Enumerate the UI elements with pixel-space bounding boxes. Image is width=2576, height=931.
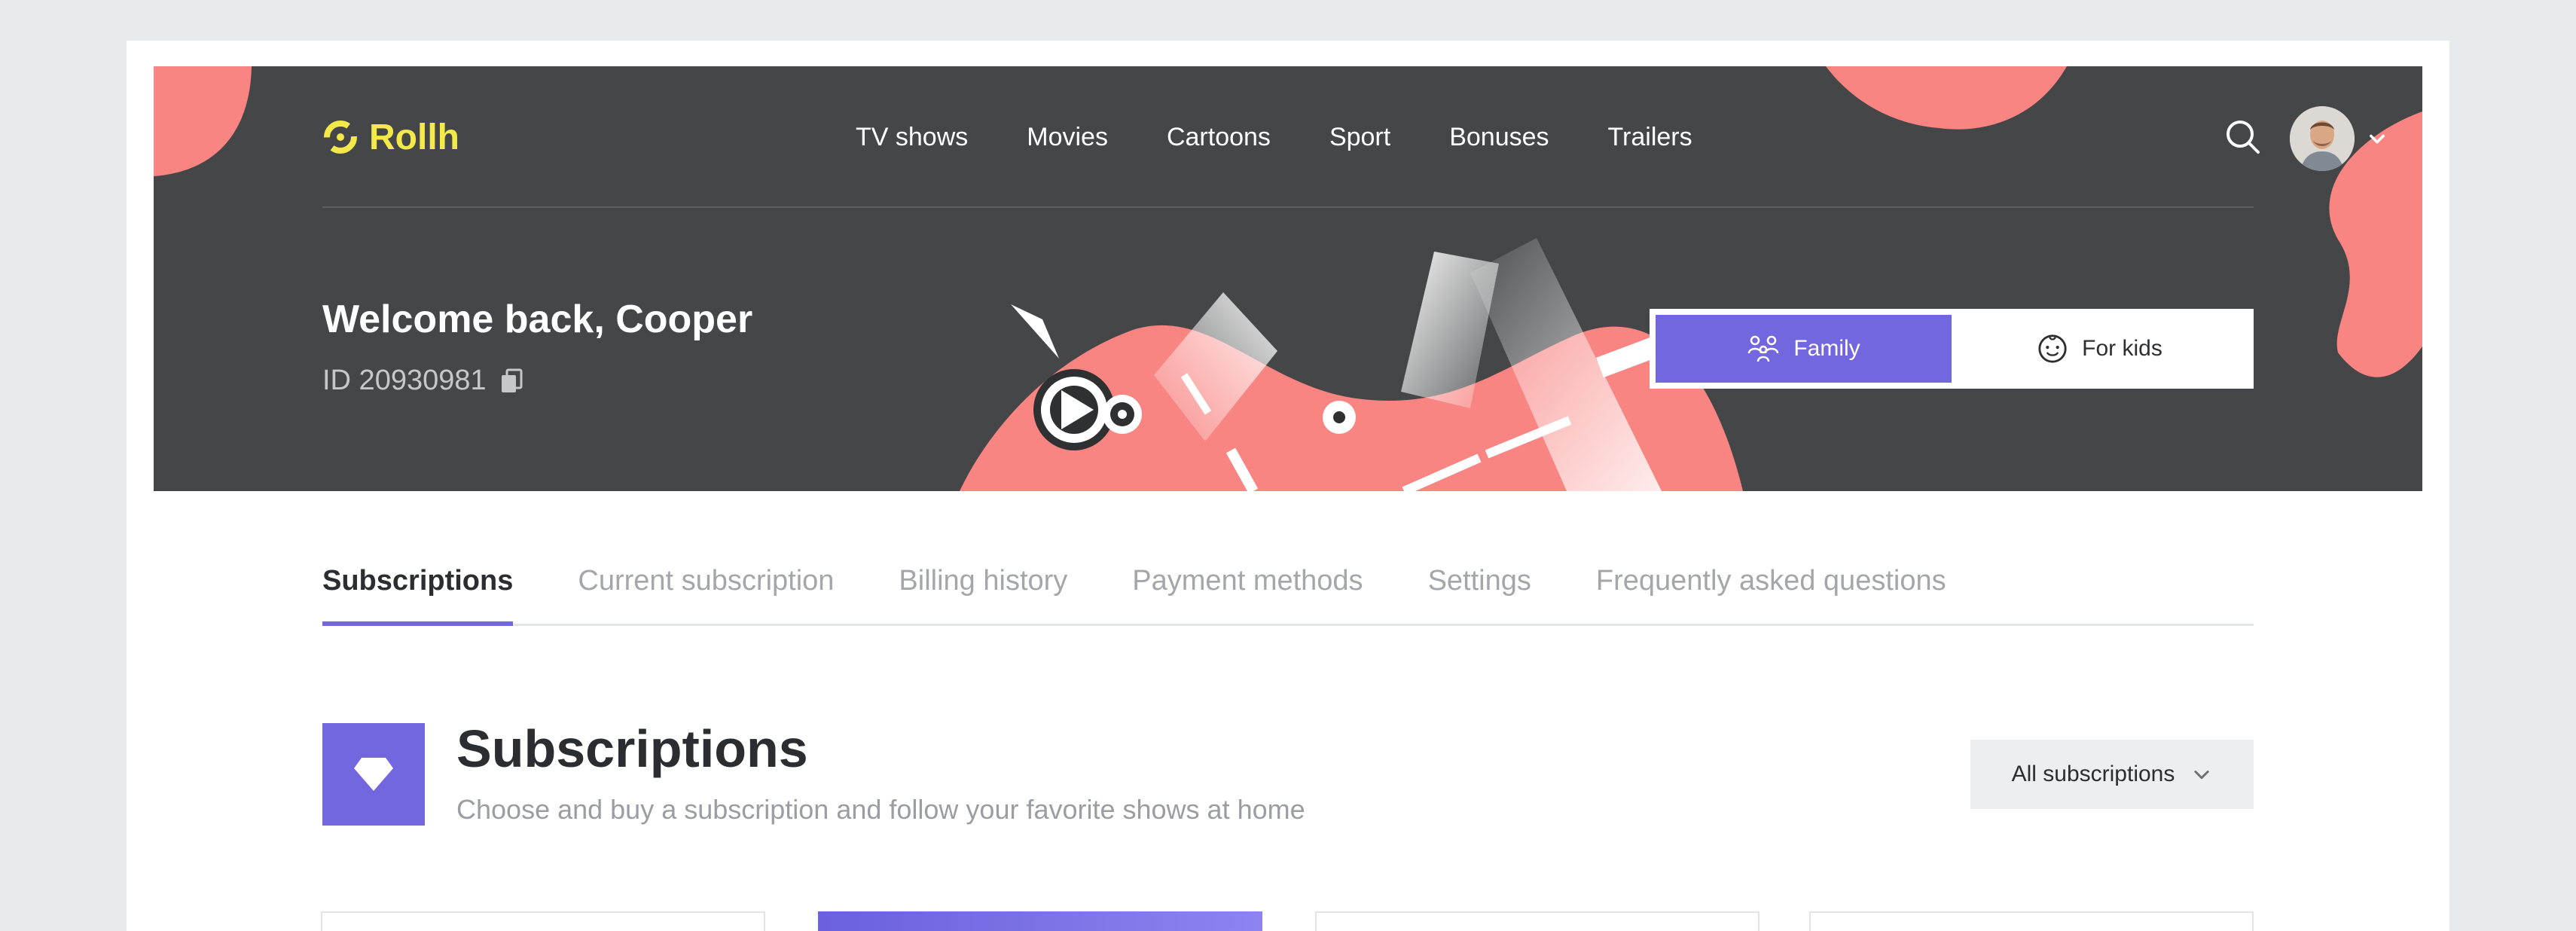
family-label: Family bbox=[1793, 336, 1860, 361]
tab-current-subscription[interactable]: Current subscription bbox=[578, 538, 834, 624]
nav-item-bonuses[interactable]: Bonuses bbox=[1449, 123, 1549, 152]
hero-banner: Rollh TV shows Movies Cartoons Sport Bon… bbox=[154, 66, 2422, 491]
tab-settings[interactable]: Settings bbox=[1428, 538, 1531, 624]
nav-item-trailers[interactable]: Trailers bbox=[1608, 123, 1692, 152]
brand-name: Rollh bbox=[369, 117, 459, 157]
tab-subscriptions[interactable]: Subscriptions bbox=[322, 538, 514, 626]
plan-card[interactable] bbox=[321, 911, 765, 931]
nav-item-cartoons[interactable]: Cartoons bbox=[1167, 123, 1271, 152]
kid-face-icon bbox=[2038, 334, 2067, 363]
chevron-down-icon[interactable] bbox=[2367, 128, 2388, 149]
profile-toggle: Family For kids bbox=[1650, 309, 2254, 389]
main-menu: TV shows Movies Cartoons Sport Bonuses T… bbox=[856, 116, 1692, 158]
user-avatar-icon bbox=[2290, 106, 2355, 171]
nav-item-sport[interactable]: Sport bbox=[1329, 123, 1390, 152]
tab-payment-methods[interactable]: Payment methods bbox=[1132, 538, 1363, 624]
plan-card-featured[interactable] bbox=[818, 911, 1262, 931]
search-icon[interactable] bbox=[2223, 118, 2263, 157]
top-navigation: Rollh TV shows Movies Cartoons Sport Bon… bbox=[322, 66, 2385, 208]
logo-icon bbox=[324, 121, 357, 154]
copy-icon[interactable] bbox=[500, 368, 523, 394]
avatar[interactable] bbox=[2290, 106, 2355, 171]
nav-item-movies[interactable]: Movies bbox=[1027, 123, 1108, 152]
tab-billing-history[interactable]: Billing history bbox=[899, 538, 1067, 624]
nav-item-tv-shows[interactable]: TV shows bbox=[856, 123, 968, 152]
section-icon-box bbox=[322, 723, 425, 826]
section-subtitle: Choose and buy a subscription and follow… bbox=[456, 794, 1305, 825]
kids-profile-button[interactable]: For kids bbox=[1952, 315, 2248, 383]
tab-faq[interactable]: Frequently asked questions bbox=[1596, 538, 1946, 624]
family-icon bbox=[1748, 335, 1779, 362]
user-id-text: ID 20930981 bbox=[322, 365, 487, 396]
user-id-line: ID 20930981 bbox=[322, 365, 523, 397]
filter-label: All subscriptions bbox=[2011, 762, 2175, 786]
brand-logo[interactable]: Rollh bbox=[322, 116, 459, 158]
section-title: Subscriptions bbox=[456, 719, 808, 778]
account-tabs: Subscriptions Current subscription Billi… bbox=[322, 538, 2254, 626]
family-profile-button[interactable]: Family bbox=[1656, 315, 1952, 383]
chevron-down-icon bbox=[2194, 771, 2209, 780]
page-card: Rollh TV shows Movies Cartoons Sport Bon… bbox=[127, 41, 2449, 931]
user-menu[interactable] bbox=[2290, 105, 2388, 172]
plan-card[interactable] bbox=[1315, 911, 1760, 931]
welcome-heading: Welcome back, Cooper bbox=[322, 298, 753, 341]
subscription-filter-dropdown[interactable]: All subscriptions bbox=[1970, 740, 2254, 809]
diamond-icon bbox=[354, 758, 393, 791]
kids-label: For kids bbox=[2082, 336, 2162, 361]
plan-card[interactable] bbox=[1809, 911, 2254, 931]
